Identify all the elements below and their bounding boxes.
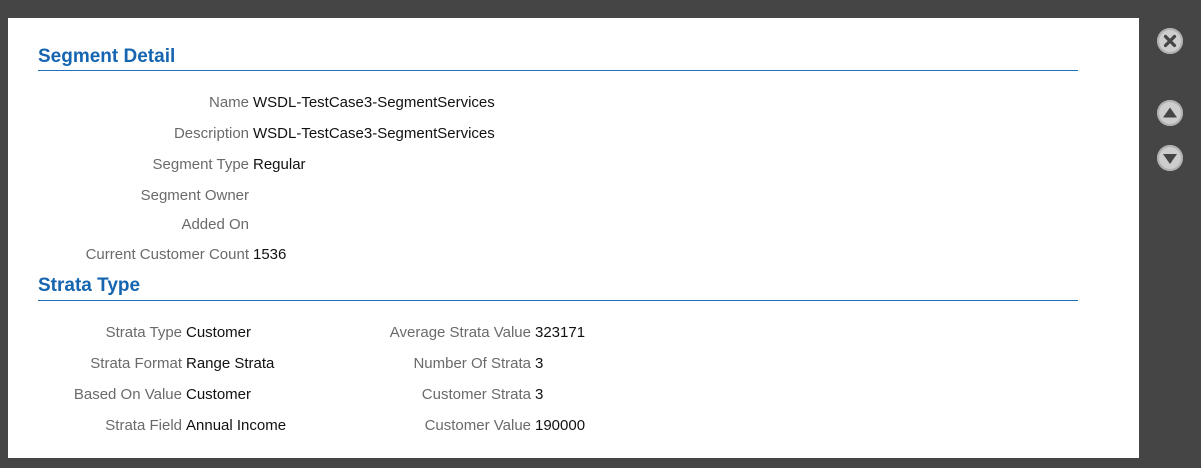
chevron-up-icon xyxy=(1163,107,1177,118)
field-value-segment-type: Regular xyxy=(253,156,306,173)
strata-value-average-strata-value: 323171 xyxy=(535,324,586,341)
strata-type-title: Strata Type xyxy=(38,275,141,296)
strata-label-average-strata-value: Average Strata Value xyxy=(389,324,531,341)
strata-label-strata-type: Strata Type xyxy=(105,324,182,341)
strata-value-number-of-strata: 3 xyxy=(535,355,544,372)
strata-value-customer-strata: 3 xyxy=(535,386,544,403)
strata-label-strata-format: Strata Format xyxy=(90,355,182,372)
field-value-description: WSDL-TestCase3-SegmentServices xyxy=(253,125,495,142)
close-icon xyxy=(1163,34,1177,48)
scroll-down-button[interactable] xyxy=(1157,145,1183,171)
strata-label-customer-strata: Customer Strata xyxy=(421,386,531,403)
strata-label-number-of-strata: Number Of Strata xyxy=(413,355,531,372)
field-label-name: Name xyxy=(208,94,249,111)
strata-value-strata-type: Customer xyxy=(186,324,252,341)
close-button[interactable] xyxy=(1157,28,1183,54)
field-value-name: WSDL-TestCase3-SegmentServices xyxy=(253,94,495,111)
field-label-segment-type: Segment Type xyxy=(152,156,249,173)
segment-detail-title: Segment Detail xyxy=(38,46,176,67)
field-label-description: Description xyxy=(173,125,249,142)
scroll-up-button[interactable] xyxy=(1157,100,1183,126)
field-label-current-customer-count: Current Customer Count xyxy=(85,246,249,263)
strata-value-based-on-value: Customer xyxy=(186,386,252,403)
strata-label-customer-value: Customer Value xyxy=(424,417,531,434)
chevron-down-icon xyxy=(1163,154,1177,164)
field-label-added-on: Added On xyxy=(181,216,249,233)
field-label-segment-owner: Segment Owner xyxy=(140,187,249,204)
strata-type-divider xyxy=(38,300,1078,301)
segment-detail-panel: Segment Detail Name WSDL-TestCase3-Segme… xyxy=(8,18,1139,458)
segment-detail-divider xyxy=(38,70,1078,71)
strata-value-customer-value: 190000 xyxy=(535,417,586,434)
strata-label-strata-field: Strata Field xyxy=(105,417,182,434)
strata-value-strata-field: Annual Income xyxy=(186,417,287,434)
strata-value-strata-format: Range Strata xyxy=(186,355,275,372)
strata-label-based-on-value: Based On Value xyxy=(73,386,182,403)
field-value-current-customer-count: 1536 xyxy=(253,246,287,263)
